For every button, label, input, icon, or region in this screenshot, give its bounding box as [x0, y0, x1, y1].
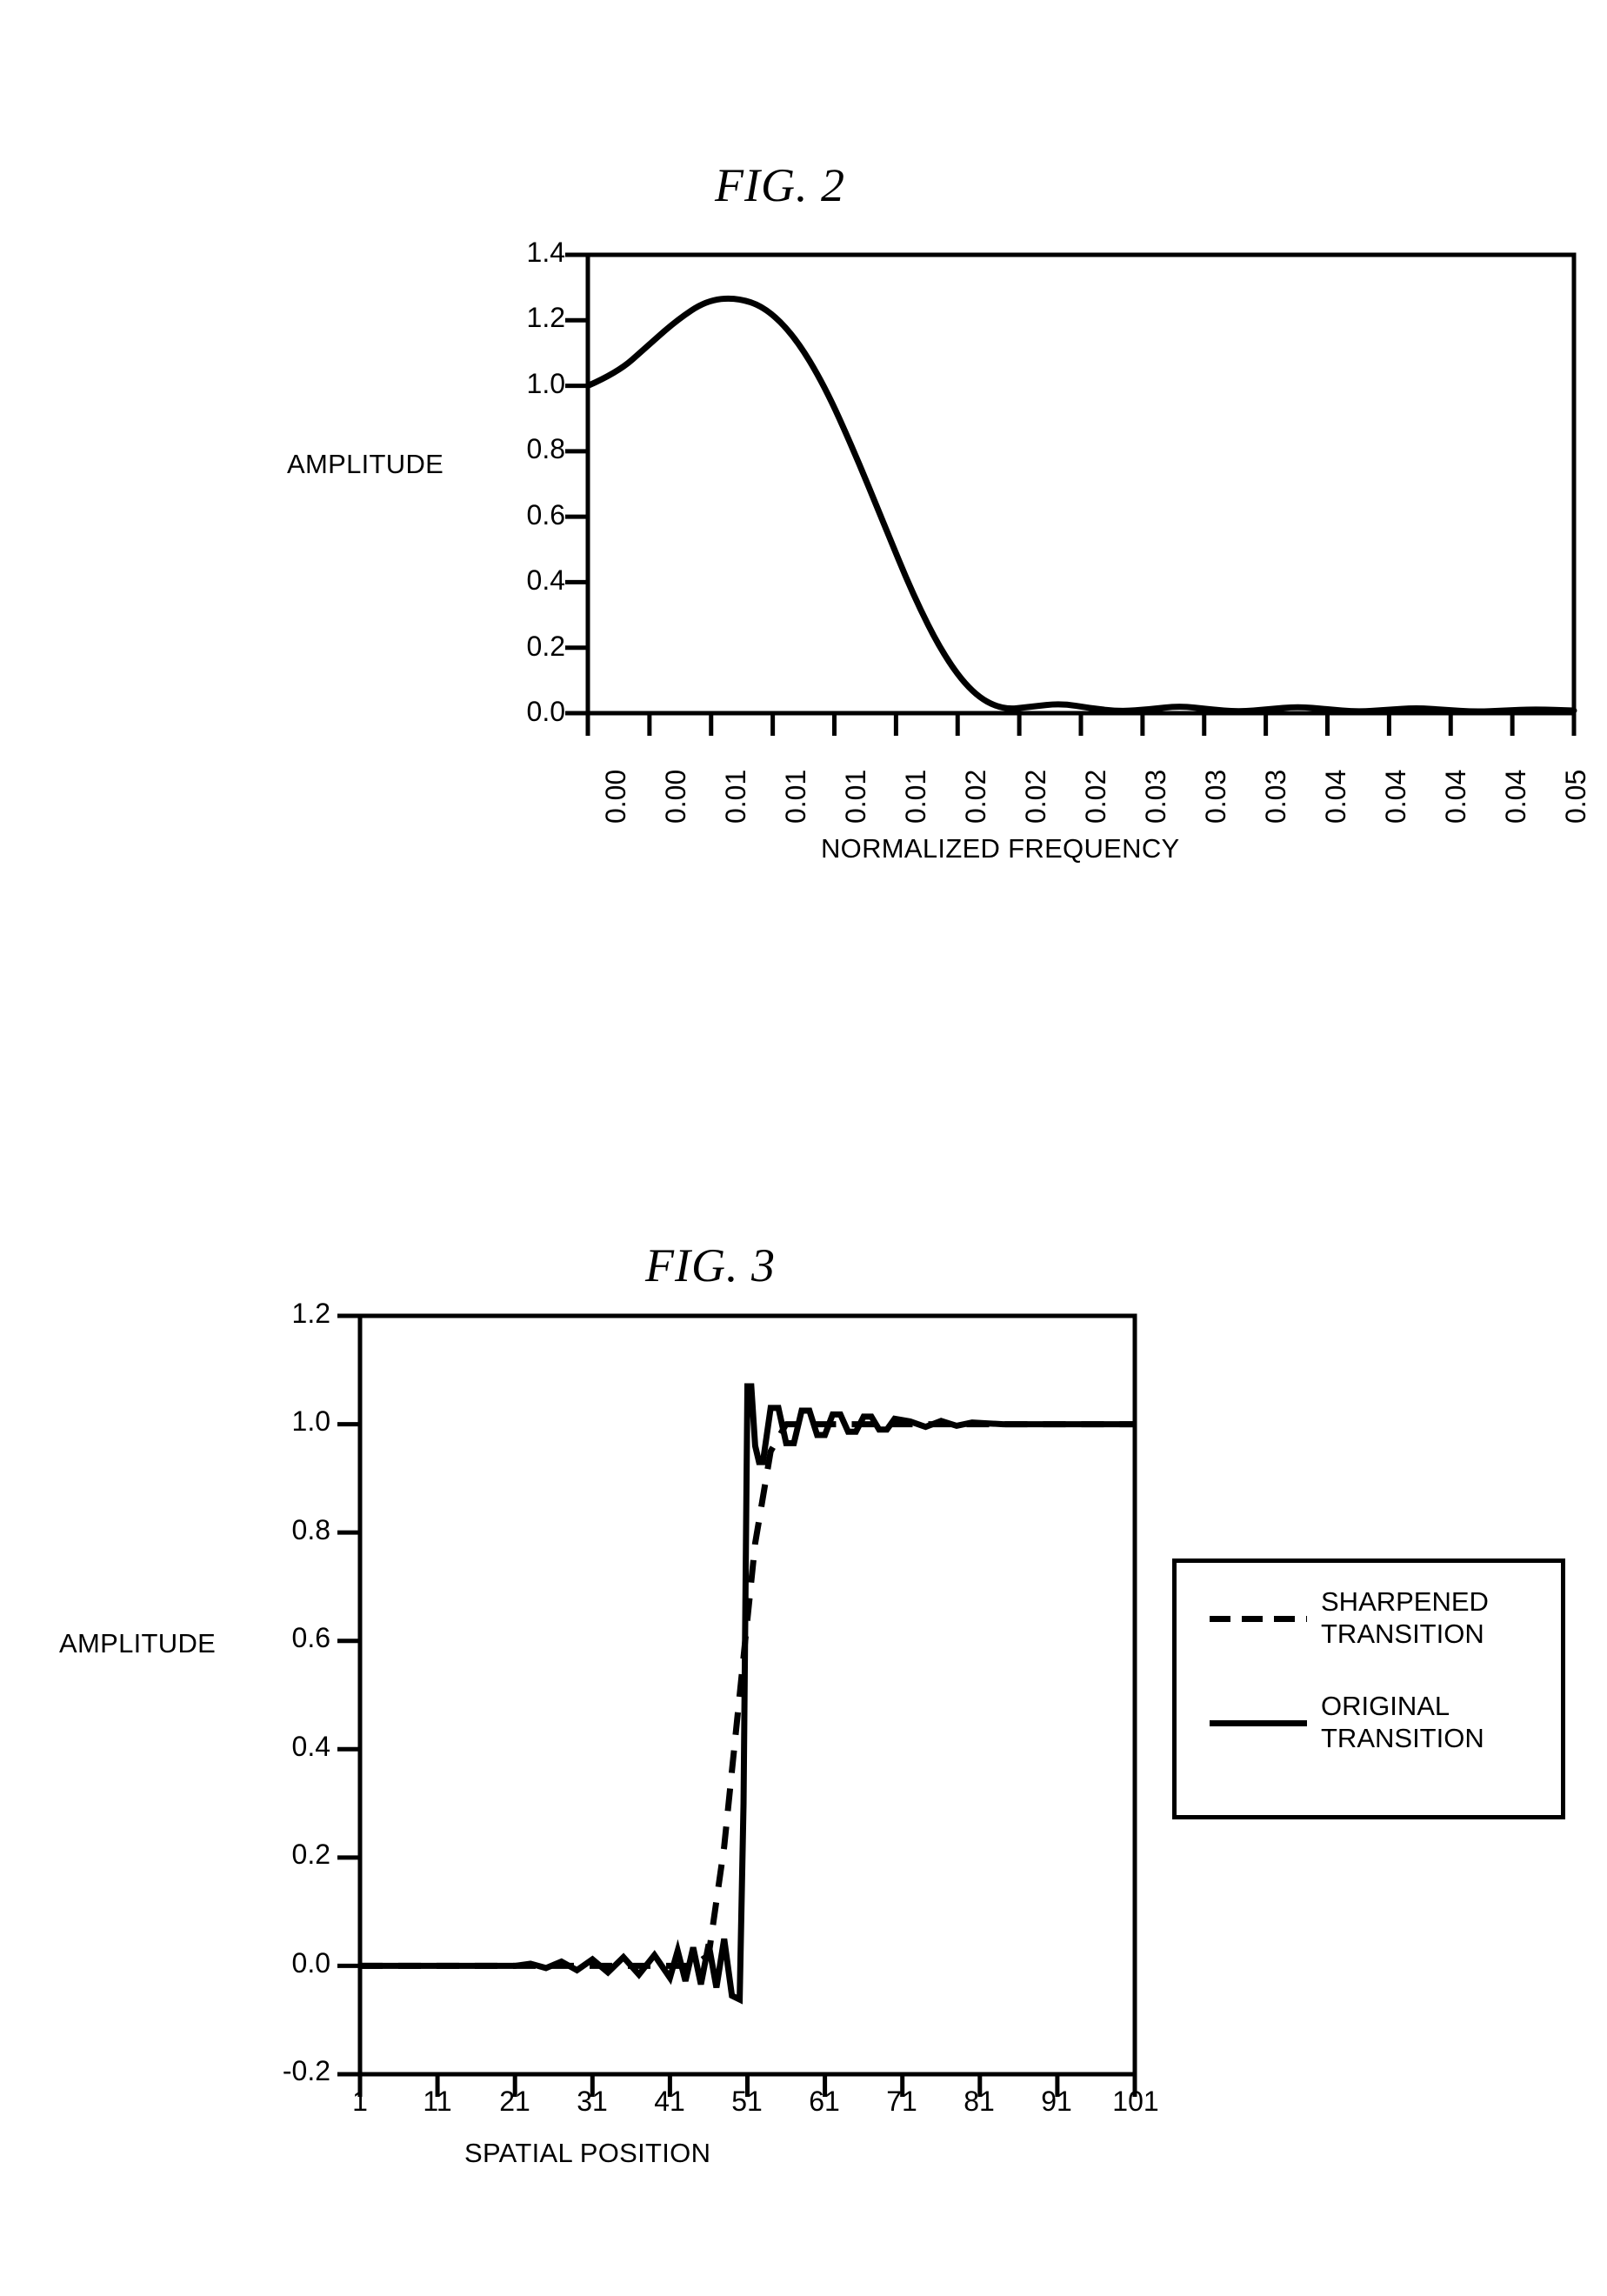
figure-3-y-tick: -0.2 — [282, 2055, 330, 2086]
figure-3-legend: SHARPENED TRANSITION ORIGINAL TRANSITION — [1172, 1558, 1565, 1819]
legend-label-line1: ORIGINAL — [1321, 1691, 1450, 1721]
figure-3-x-tick: 51 — [731, 2086, 763, 2117]
legend-label-line1: SHARPENED — [1321, 1586, 1489, 1617]
figure-3-y-tick: 0.0 — [291, 1947, 330, 1979]
figure-3-y-tick: 0.4 — [291, 1731, 330, 1762]
figure-3-y-tick-marks — [337, 1313, 360, 2077]
figure-2: FIG. 2 AMPLITUDE NORMALIZED FREQUENCY 1.… — [0, 0, 1607, 922]
figure-3-y-axis-label: AMPLITUDE — [59, 1628, 217, 1659]
figure-2-y-tick-marks — [565, 252, 588, 716]
figure-3-y-tick: 1.0 — [291, 1405, 330, 1437]
solid-line-icon — [1210, 1709, 1307, 1735]
figure-3-x-tick: 41 — [654, 2086, 685, 2117]
figure-3-x-tick: 61 — [809, 2086, 840, 2117]
figure-3-x-tick: 11 — [423, 2086, 452, 2117]
figure-3-original-transition-curve — [360, 1383, 1135, 2005]
dashed-line-icon — [1210, 1605, 1307, 1631]
figure-3-y-tick: 1.2 — [291, 1298, 330, 1329]
figure-3-x-tick: 1 — [352, 2086, 368, 2117]
figure-3-x-tick: 81 — [964, 2086, 995, 2117]
figure-3-y-tick: 0.8 — [291, 1514, 330, 1545]
legend-entry-sharpened: SHARPENED TRANSITION — [1210, 1585, 1489, 1650]
legend-label-line2: TRANSITION — [1321, 1723, 1484, 1753]
figure-3-x-tick: 71 — [886, 2086, 917, 2117]
figure-3: FIG. 3 AMPLITUDE SPATIAL POSITION 1.2 1.… — [0, 1165, 1607, 2296]
legend-label-line2: TRANSITION — [1321, 1619, 1484, 1649]
legend-entry-original: ORIGINAL TRANSITION — [1210, 1690, 1484, 1754]
figure-2-plot — [565, 252, 1577, 736]
figure-3-x-axis-label: SPATIAL POSITION — [464, 2138, 711, 2168]
figure-3-x-tick: 31 — [577, 2086, 608, 2117]
figure-2-x-tick-marks — [585, 713, 1577, 736]
legend-entry-original-label: ORIGINAL TRANSITION — [1321, 1690, 1484, 1754]
figure-2-response-curve — [584, 295, 1577, 715]
figure-3-y-tick: 0.2 — [291, 1839, 330, 1870]
figure-2-plot-frame — [585, 252, 1577, 716]
figure-3-y-tick: 0.6 — [291, 1622, 330, 1653]
figure-3-x-tick: 91 — [1041, 2086, 1072, 2117]
figure-3-x-tick: 21 — [499, 2086, 530, 2117]
legend-entry-sharpened-label: SHARPENED TRANSITION — [1321, 1585, 1489, 1650]
figure-3-x-tick: 101 — [1112, 2086, 1159, 2117]
